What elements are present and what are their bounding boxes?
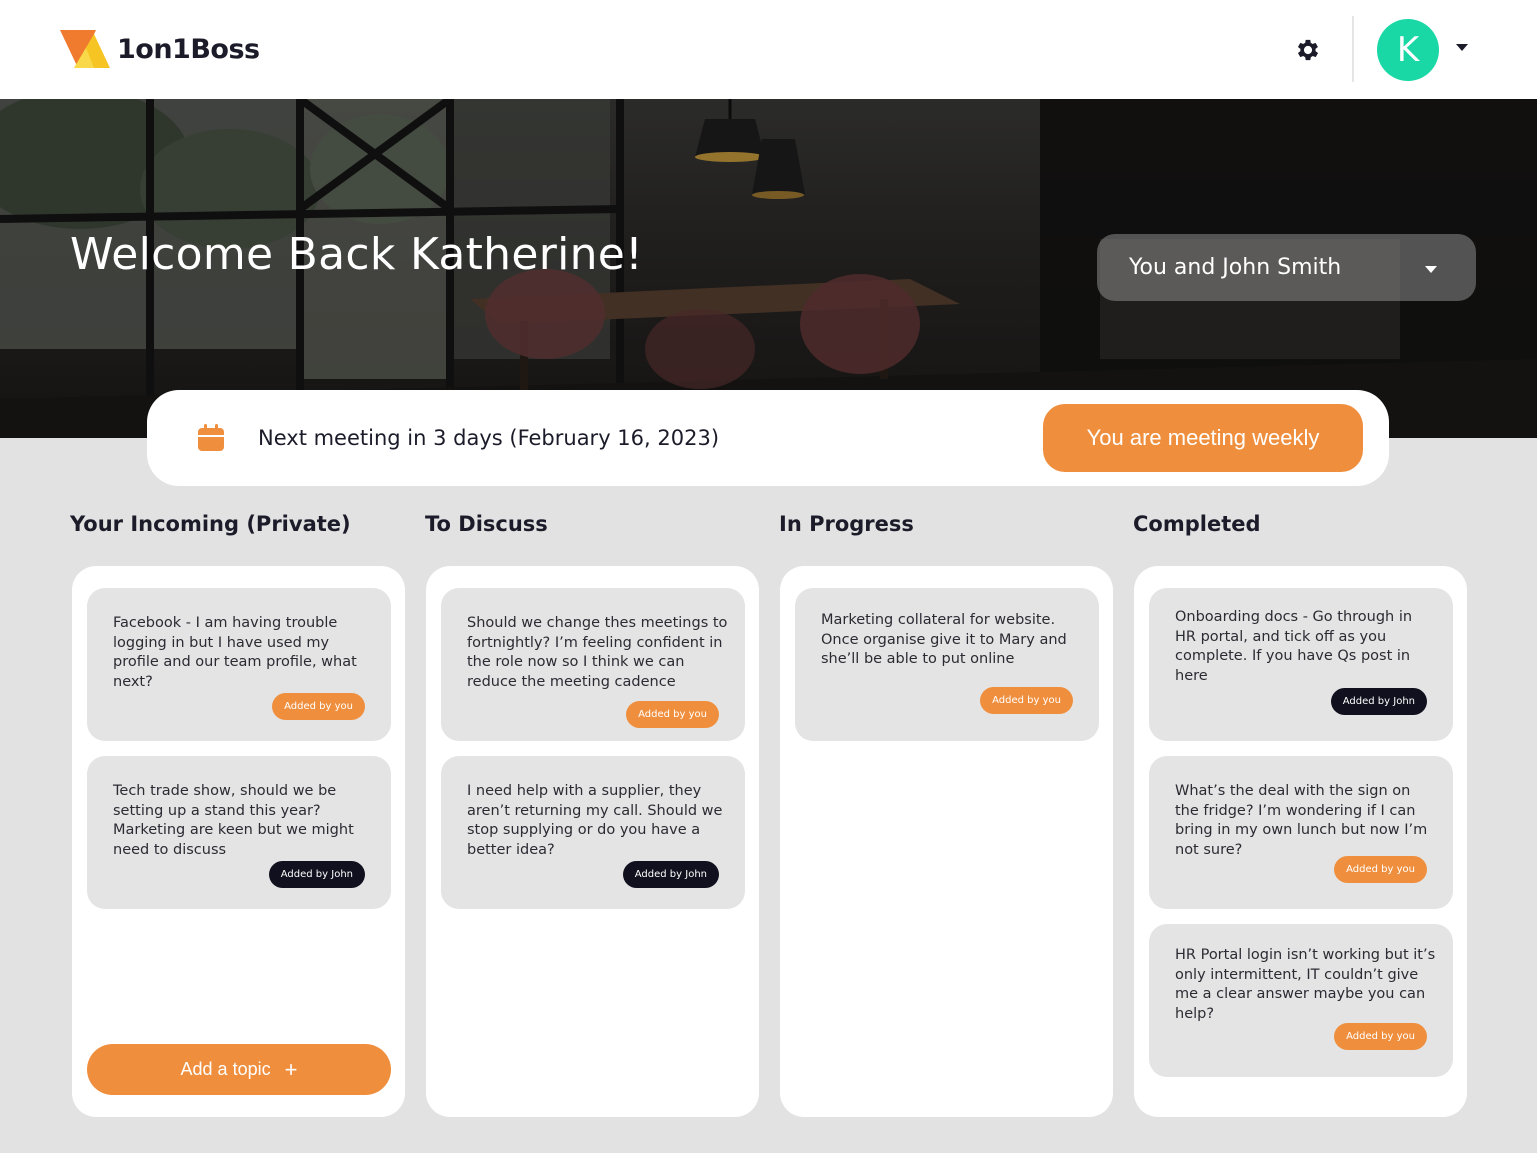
chevron-down-icon[interactable] <box>1425 266 1437 273</box>
added-by-badge: Added by you <box>980 687 1073 714</box>
calendar-icon <box>197 424 225 452</box>
topic-card[interactable]: Should we change thes meetings to fortni… <box>441 588 745 741</box>
topic-text: I need help with a supplier, they aren’t… <box>467 783 723 858</box>
top-nav: 1on1Boss K <box>0 0 1537 99</box>
column-completed: Onboarding docs - Go through in HR porta… <box>1134 566 1467 1117</box>
column-title-to-discuss: To Discuss <box>425 512 548 536</box>
topic-card[interactable]: I need help with a supplier, they aren’t… <box>441 756 745 909</box>
added-by-badge: Added by you <box>272 693 365 720</box>
added-by-badge: Added by you <box>626 701 719 728</box>
added-by-badge: Added by you <box>1334 856 1427 883</box>
column-title-in-progress: In Progress <box>779 512 914 536</box>
added-by-badge: Added by John <box>622 861 719 888</box>
added-by-badge: Added by you <box>1334 1023 1427 1050</box>
app-name: 1on1Boss <box>117 33 260 65</box>
added-by-badge: Added by John <box>1330 688 1427 715</box>
hero-banner: Welcome Back Katherine! You and John Smi… <box>0 99 1537 438</box>
add-topic-label: Add a topic <box>180 1059 271 1079</box>
topic-card[interactable]: HR Portal login isn’t working but it’s o… <box>1149 924 1453 1077</box>
topic-card[interactable]: Facebook - I am having trouble logging i… <box>87 588 391 741</box>
nav-divider <box>1352 16 1354 82</box>
column-to-discuss: Should we change thes meetings to fortni… <box>426 566 759 1117</box>
topic-text: What’s the deal with the sign on the fri… <box>1175 783 1428 858</box>
topic-text: HR Portal login isn’t working but it’s o… <box>1175 947 1436 1022</box>
avatar-initial: K <box>1396 30 1420 70</box>
topic-card[interactable]: Onboarding docs - Go through in HR porta… <box>1149 588 1453 741</box>
topic-text: Tech trade show, should we be setting up… <box>113 783 354 858</box>
topic-card[interactable]: Marketing collateral for website. Once o… <box>795 588 1099 741</box>
one-on-one-pair-select[interactable]: You and John Smith <box>1097 234 1476 301</box>
added-by-badge: Added by John <box>268 861 365 888</box>
add-topic-button[interactable]: Add a topic + <box>87 1044 391 1095</box>
topic-text: Onboarding docs - Go through in HR porta… <box>1175 609 1413 684</box>
column-title-incoming: Your Incoming (Private) <box>70 512 351 536</box>
gear-icon[interactable] <box>1294 36 1322 64</box>
column-in-progress: Marketing collateral for website. Once o… <box>780 566 1113 1117</box>
topic-card[interactable]: What’s the deal with the sign on the fri… <box>1149 756 1453 909</box>
app-logo[interactable]: 1on1Boss <box>60 28 260 70</box>
logo-icon <box>60 28 112 70</box>
column-title-completed: Completed <box>1133 512 1261 536</box>
chevron-down-icon[interactable] <box>1456 44 1468 51</box>
welcome-heading: Welcome Back Katherine! <box>70 229 644 280</box>
topic-text: Marketing collateral for website. Once o… <box>821 612 1067 667</box>
avatar[interactable]: K <box>1377 19 1439 81</box>
topic-text: Facebook - I am having trouble logging i… <box>113 615 357 690</box>
meeting-frequency-button[interactable]: You are meeting weekly <box>1043 404 1363 472</box>
next-meeting-text: Next meeting in 3 days (February 16, 202… <box>258 426 720 450</box>
pair-select-value: You and John Smith <box>1129 255 1342 280</box>
column-incoming: Facebook - I am having trouble logging i… <box>72 566 405 1117</box>
plus-icon: + <box>284 1056 298 1082</box>
topic-text: Should we change thes meetings to fortni… <box>467 615 728 690</box>
next-meeting-bar: Next meeting in 3 days (February 16, 202… <box>147 390 1389 486</box>
topic-card[interactable]: Tech trade show, should we be setting up… <box>87 756 391 909</box>
